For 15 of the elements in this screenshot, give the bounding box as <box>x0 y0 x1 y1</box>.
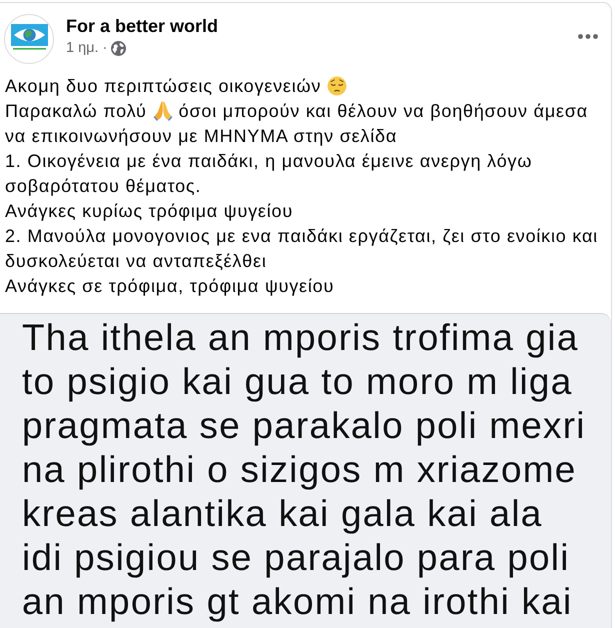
pensive-face-icon <box>327 76 348 96</box>
post-text: Ακομη δυο περιπτώσεις οικογενειών <box>5 74 354 99</box>
post-text: Ανάγκες κυρίως τρόφιμα ψυγείου <box>5 200 293 223</box>
post-text: Ανάγκες σε τρόφιμα, τρόφιμα ψυγείου <box>5 275 334 298</box>
separator-dot: · <box>102 39 108 58</box>
folded-hands-icon <box>152 101 173 121</box>
eye-logo-icon[interactable] <box>4 14 54 64</box>
post-time-link[interactable]: 1 ημ. <box>66 39 99 58</box>
post-text: 2. Μανούλα μονογονιος με ενα παιδάκι εργάζεται, ζει στο ενοίκιο και δυσκολεύεται να ανταπεξέλθει <box>5 225 599 273</box>
message-text: Tha ithela an mporis trofima gia to psigio kai gua to moro m liga pragmata se parakalo poli mexri na plirothi o sizigos m xriazome kreas alantika kai gala kai ala idi psigiou se parajalo para poli an mporis gt akomi na irothi kai <box>22 316 587 624</box>
globe-icon[interactable] <box>111 41 126 56</box>
post-text: Παρακαλώ πολύ όσοι μπορούν και θέλουν να βοηθήσουν άμεσα να επικοινωνήσουν με ΜΗΝΥΜΑ στην σελίδα <box>5 100 589 148</box>
more-icon[interactable] <box>578 34 598 39</box>
post-text: 1. Οικογένεια με ένα παιδάκι, η μανουλα έμεινε ανεργη λόγω σοβαρότατου θέματος. <box>5 150 534 198</box>
page-name-link[interactable]: For a better world <box>66 15 218 37</box>
